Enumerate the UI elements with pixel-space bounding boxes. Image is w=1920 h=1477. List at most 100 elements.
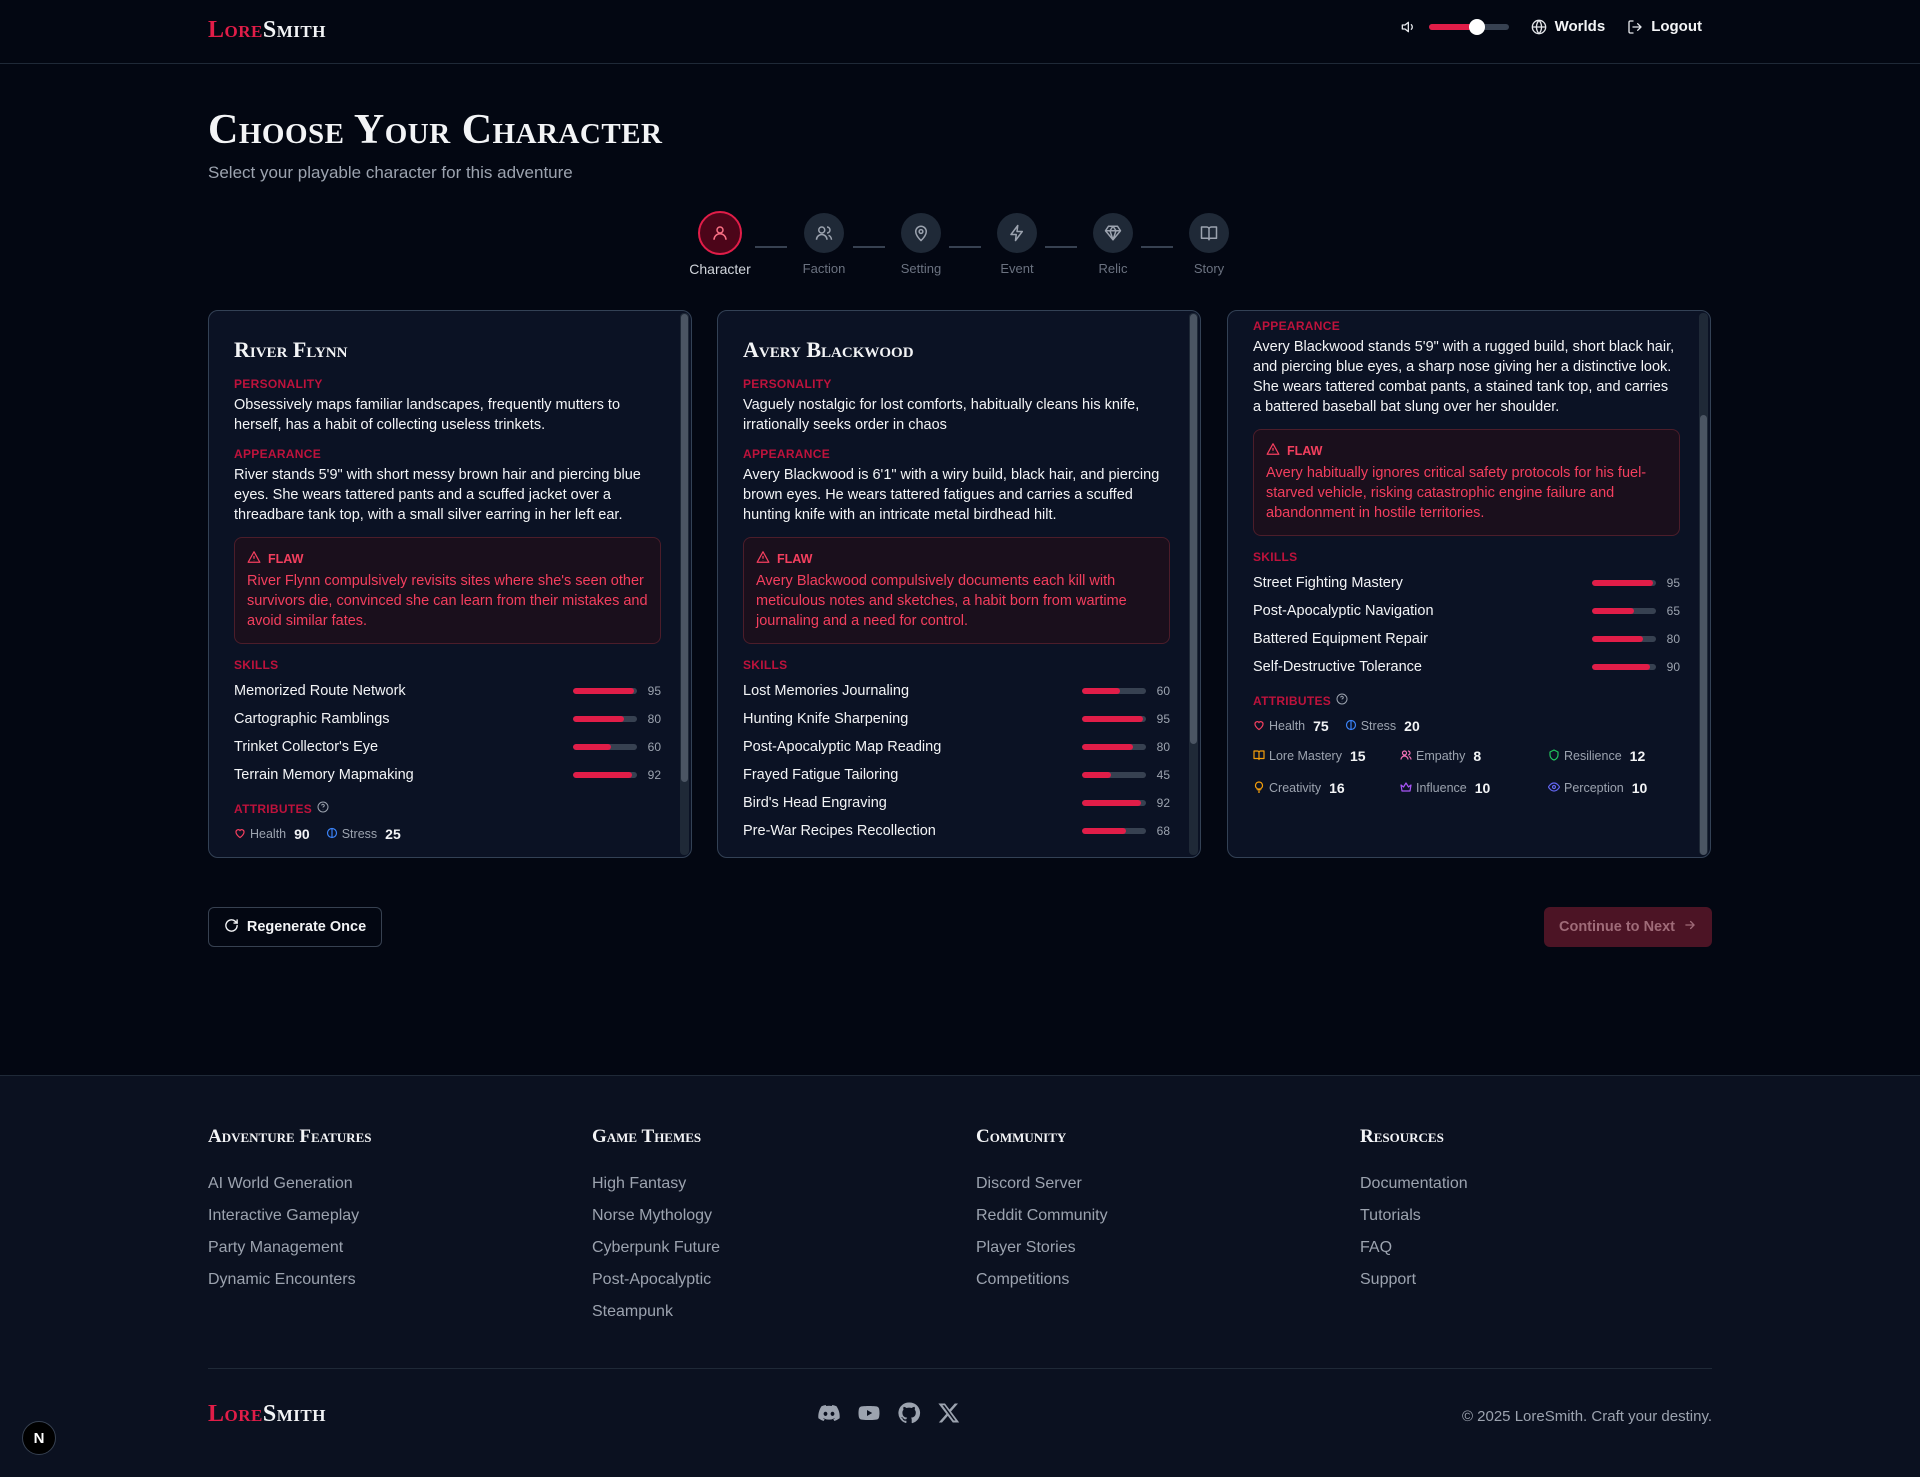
eye-icon <box>1547 781 1561 796</box>
attributes-heading: Attributes <box>1253 693 1680 708</box>
skill-value: 80 <box>1666 632 1680 646</box>
card-scrollbar[interactable] <box>1700 415 1707 855</box>
step-relic[interactable]: Relic <box>1073 213 1153 276</box>
footer-link[interactable]: Discord Server <box>976 1168 1108 1200</box>
footer-link[interactable]: AI World Generation <box>208 1168 371 1200</box>
skill-bar <box>1082 772 1146 778</box>
users-icon <box>804 213 844 253</box>
skill-row: Street Fighting Mastery 95 <box>1253 569 1680 597</box>
appearance-text: Avery Blackwood is 6'1" with a wiry buil… <box>743 467 1160 523</box>
worlds-link[interactable]: Worlds <box>1531 18 1605 35</box>
book-icon <box>1189 213 1229 253</box>
map-pin-icon <box>901 213 941 253</box>
footer-link[interactable]: Player Stories <box>976 1232 1108 1264</box>
regenerate-button[interactable]: Regenerate Once <box>208 907 382 947</box>
step-setting[interactable]: Setting <box>881 213 961 276</box>
footer-link[interactable]: Competitions <box>976 1264 1108 1296</box>
logout-button[interactable]: Logout <box>1627 18 1702 35</box>
discord-icon[interactable] <box>817 1401 841 1430</box>
skill-bar-fill <box>573 744 612 750</box>
youtube-icon[interactable] <box>857 1401 881 1430</box>
arrow-right-icon <box>1683 918 1697 936</box>
character-name: Avery Blackwood <box>743 337 914 362</box>
skill-row: Cartographic Ramblings 80 <box>234 705 661 733</box>
skill-bar <box>573 772 637 778</box>
footer-link[interactable]: Norse Mythology <box>592 1200 720 1232</box>
skill-value: 45 <box>1156 768 1170 782</box>
social-links <box>817 1401 961 1430</box>
footer-link[interactable]: Cyberpunk Future <box>592 1232 720 1264</box>
personality-label: Personality <box>234 377 323 391</box>
skill-row: Bird's Head Engraving 92 <box>743 789 1170 817</box>
skill-name: Street Fighting Mastery <box>1253 575 1403 591</box>
stat-creativity: Creativity 16 <box>1253 780 1400 796</box>
user-icon <box>698 211 742 255</box>
skill-bar <box>1592 664 1656 670</box>
skill-name: Post-Apocalyptic Map Reading <box>743 739 942 755</box>
volume-slider-knob[interactable] <box>1468 18 1485 35</box>
x-icon[interactable] <box>937 1401 961 1430</box>
step-event[interactable]: Event <box>977 213 1057 276</box>
skill-bar-fill <box>1082 800 1141 806</box>
footer-link[interactable]: Dynamic Encounters <box>208 1264 371 1296</box>
stat-empathy: Empathy 8 <box>1400 748 1548 764</box>
footer-column-community: Community Discord Server Reddit Community… <box>976 1126 1108 1296</box>
skill-bar-fill <box>573 716 625 722</box>
skill-value: 95 <box>647 684 661 698</box>
skill-bar-fill <box>1592 608 1634 614</box>
brand-logo[interactable]: LoreSmith <box>208 17 326 44</box>
speaker-icon[interactable] <box>1401 19 1417 35</box>
step-character[interactable]: Character <box>680 211 760 277</box>
gem-icon <box>1093 213 1133 253</box>
footer-link[interactable]: Tutorials <box>1360 1200 1468 1232</box>
footer-logo[interactable]: LoreSmith <box>208 1401 326 1428</box>
footer: Adventure Features AI World Generation In… <box>0 1075 1920 1477</box>
skill-name: Lost Memories Journaling <box>743 683 910 699</box>
top-bar: LoreSmith Worlds Logout <box>0 0 1920 64</box>
character-card-1[interactable]: River Flynn Personality Obsessively maps… <box>208 310 692 858</box>
skill-bar-fill <box>1592 636 1644 642</box>
footer-link[interactable]: Interactive Gameplay <box>208 1200 371 1232</box>
step-story[interactable]: Story <box>1169 213 1249 276</box>
skill-value: 60 <box>1156 684 1170 698</box>
info-icon[interactable] <box>1336 693 1348 708</box>
footer-link[interactable]: Steampunk <box>592 1296 720 1328</box>
skill-value: 65 <box>1666 604 1680 618</box>
skill-bar <box>1592 636 1656 642</box>
footer-link[interactable]: Support <box>1360 1264 1468 1296</box>
skill-row: Hunting Knife Sharpening 95 <box>743 705 1170 733</box>
footer-link[interactable]: High Fantasy <box>592 1168 720 1200</box>
footer-link[interactable]: Party Management <box>208 1232 371 1264</box>
shield-icon <box>1548 748 1560 764</box>
github-icon[interactable] <box>897 1401 921 1430</box>
continue-button[interactable]: Continue to Next <box>1544 907 1712 947</box>
card-scrollbar[interactable] <box>1190 314 1197 744</box>
skill-bar <box>573 688 637 694</box>
skill-name: Hunting Knife Sharpening <box>743 711 909 727</box>
refresh-icon <box>224 918 239 937</box>
footer-link[interactable]: Reddit Community <box>976 1200 1108 1232</box>
copyright-text: © 2025 LoreSmith. Craft your destiny. <box>1461 1408 1712 1425</box>
skill-bar <box>1082 716 1146 722</box>
skill-value: 95 <box>1156 712 1170 726</box>
stat-influence: Influence 10 <box>1400 780 1548 796</box>
volume-slider[interactable] <box>1428 18 1509 35</box>
character-card-3[interactable]: Appearance Avery Blackwood stands 5'9" w… <box>1227 310 1711 858</box>
card-scrollbar[interactable] <box>681 314 688 782</box>
personality-text: Obsessively maps familiar landscapes, fr… <box>234 397 621 433</box>
footer-column-features: Adventure Features AI World Generation In… <box>208 1126 371 1296</box>
character-card-2[interactable]: Avery Blackwood Personality Vaguely nost… <box>717 310 1201 858</box>
skill-row: Post-Apocalyptic Map Reading 80 <box>743 733 1170 761</box>
personality-label: Personality <box>743 377 832 391</box>
n-badge[interactable]: N <box>22 1421 56 1455</box>
skill-name: Frayed Fatigue Tailoring <box>743 767 899 783</box>
skills-list: Street Fighting Mastery 95 Post-Apocalypti… <box>1253 569 1680 681</box>
info-icon[interactable] <box>317 801 329 816</box>
skill-name: Trinket Collector's Eye <box>234 739 379 755</box>
footer-link[interactable]: Post-Apocalyptic <box>592 1264 720 1296</box>
footer-link[interactable]: Documentation <box>1360 1168 1468 1200</box>
skill-value: 95 <box>1666 576 1680 590</box>
step-faction[interactable]: Faction <box>784 213 864 276</box>
footer-link[interactable]: FAQ <box>1360 1232 1468 1264</box>
skill-bar-fill <box>1592 664 1650 670</box>
